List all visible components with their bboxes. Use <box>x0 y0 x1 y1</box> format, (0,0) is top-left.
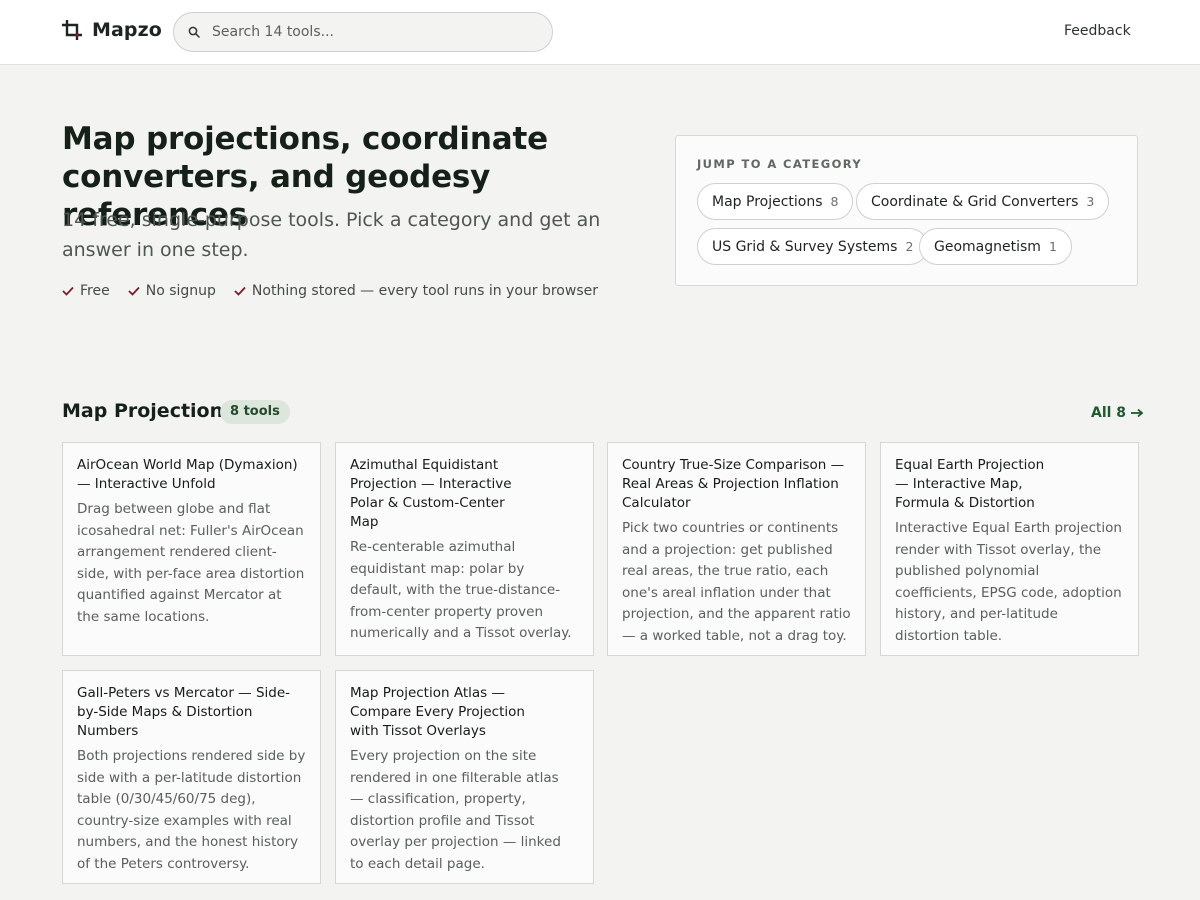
category-chip-coordinate-converters[interactable]: Coordinate & Grid Converters 3 <box>856 183 1110 220</box>
chip-count: 3 <box>1086 194 1095 209</box>
tool-count-badge: 8 tools <box>220 400 290 424</box>
category-panel-label: JUMP TO A CATEGORY <box>697 157 863 171</box>
tool-card-azimuthal-equidistant[interactable]: Azimuthal Equidistant Projection — Inter… <box>335 442 594 656</box>
card-description: Both projections rendered side by side w… <box>77 748 306 872</box>
tool-card-gall-peters-vs-mercator[interactable]: Gall-Peters vs Mercator — Side-by-Side M… <box>62 670 321 884</box>
category-chip-geomagnetism[interactable]: Geomagnetism 1 <box>919 228 1072 265</box>
card-title: Equal Earth Projection — Interactive Map… <box>895 457 1045 511</box>
tool-card-projection-atlas[interactable]: Map Projection Atlas — Compare Every Pro… <box>335 670 594 884</box>
checkmark-icon <box>128 286 140 296</box>
feature-checklist: Free No signup Nothing stored — every to… <box>62 283 598 299</box>
card-title: Gall-Peters vs Mercator — Side-by-Side M… <box>77 685 291 739</box>
category-chip-us-grid-survey[interactable]: US Grid & Survey Systems 2 <box>697 228 929 265</box>
checkmark-icon <box>62 286 74 296</box>
check-item: No signup <box>128 283 216 299</box>
card-title: Azimuthal Equidistant Projection — Inter… <box>350 457 512 530</box>
card-title: AirOcean World Map (Dymaxion) — Interact… <box>77 457 298 492</box>
check-label: Free <box>80 283 110 299</box>
chip-count: 1 <box>1048 239 1057 254</box>
card-description: Pick two countries or continents and a p… <box>622 520 851 644</box>
chip-label: Map Projections <box>712 193 823 210</box>
section-title: Map Projections <box>62 400 235 422</box>
chip-count: 2 <box>905 239 914 254</box>
card-description: Drag between globe and flat icosahedral … <box>77 501 305 625</box>
chip-count: 8 <box>830 194 839 209</box>
check-item: Nothing stored — every tool runs in your… <box>234 283 598 299</box>
crop-icon <box>62 20 82 40</box>
view-all-label: All 8 <box>1091 405 1127 421</box>
checkmark-icon <box>234 286 246 296</box>
search-box[interactable] <box>173 12 553 52</box>
card-description: Every projection on the site rendered in… <box>350 748 561 872</box>
chip-label: Geomagnetism <box>934 238 1041 255</box>
tool-card-equal-earth[interactable]: Equal Earth Projection — Interactive Map… <box>880 442 1139 656</box>
search-input[interactable] <box>212 24 532 40</box>
brand-name: Mapzo <box>92 19 162 41</box>
card-title: Map Projection Atlas — Compare Every Pro… <box>350 685 525 739</box>
check-label: Nothing stored — every tool runs in your… <box>251 283 598 299</box>
view-all-link[interactable]: All 8 <box>1091 405 1144 421</box>
arrow-right-icon <box>1131 408 1144 418</box>
tool-card-airocean[interactable]: AirOcean World Map (Dymaxion) — Interact… <box>62 442 321 656</box>
feedback-link[interactable]: Feedback <box>1064 23 1131 39</box>
category-jump-panel: JUMP TO A CATEGORY Map Projections 8 Coo… <box>675 135 1138 286</box>
check-item: Free <box>62 283 110 299</box>
tool-card-true-size-comparison[interactable]: Country True-Size Comparison — Real Area… <box>607 442 866 656</box>
category-chip-map-projections[interactable]: Map Projections 8 <box>697 183 854 220</box>
card-description: Interactive Equal Earth projection rende… <box>895 520 1122 644</box>
chip-label: US Grid & Survey Systems <box>712 238 898 255</box>
brand-logo[interactable]: Mapzo <box>62 19 162 41</box>
card-description: Re-centerable azimuthal equidistant map:… <box>350 539 572 641</box>
check-label: No signup <box>145 283 216 299</box>
search-icon <box>188 26 200 38</box>
card-title: Country True-Size Comparison — Real Area… <box>622 457 845 511</box>
chip-label: Coordinate & Grid Converters <box>871 193 1079 210</box>
top-navigation-bar: Mapzo Feedback <box>0 0 1200 65</box>
page-subtitle: 14 free, single-purpose tools. Pick a ca… <box>62 209 601 261</box>
